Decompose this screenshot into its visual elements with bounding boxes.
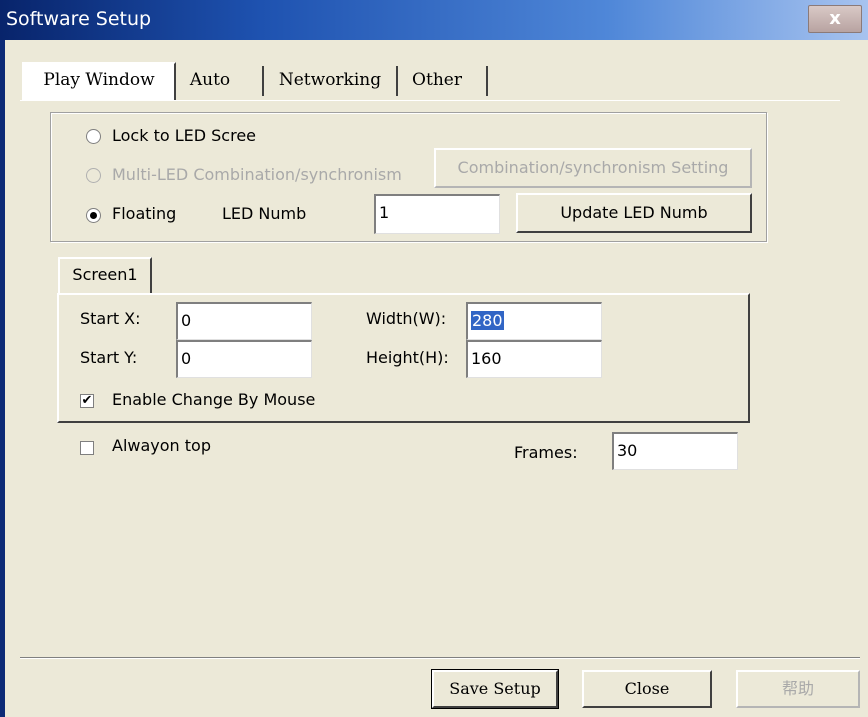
- floating-label: Floating: [112, 204, 177, 223]
- tab-separator: [396, 66, 398, 96]
- tab-networking[interactable]: Networking: [266, 64, 394, 98]
- tab-play-window[interactable]: Play Window: [22, 62, 176, 100]
- multi-led-radio[interactable]: [86, 168, 101, 183]
- window-title: Software Setup: [6, 8, 152, 30]
- start-y-input[interactable]: 0: [176, 340, 312, 378]
- title-bar[interactable]: Software Setup x: [0, 0, 868, 40]
- tab-separator: [486, 66, 488, 96]
- width-input[interactable]: 280: [466, 302, 602, 340]
- lock-radio[interactable]: [86, 129, 101, 144]
- lock-label: Lock to LED Scree: [112, 126, 257, 145]
- led-numb-input[interactable]: 1: [374, 194, 500, 234]
- start-x-input[interactable]: 0: [176, 302, 312, 340]
- tab-panel-border: [20, 100, 840, 101]
- radio-selected-dot: [90, 212, 97, 219]
- close-icon[interactable]: x: [808, 5, 862, 33]
- combination-setting-button[interactable]: Combination/synchronism Setting: [434, 148, 752, 188]
- help-button[interactable]: 帮助: [736, 670, 860, 708]
- always-on-top-label: Alwayon top: [112, 436, 211, 455]
- tab-screen1[interactable]: Screen1: [58, 257, 152, 293]
- window-frame-left: [0, 40, 5, 717]
- always-on-top-checkbox[interactable]: [80, 441, 94, 455]
- update-led-numb-button[interactable]: Update LED Numb: [516, 193, 752, 233]
- height-label: Height(H):: [366, 348, 449, 367]
- multi-led-label: Multi-LED Combination/synchronism: [112, 165, 402, 184]
- tab-other[interactable]: Other: [400, 64, 474, 98]
- software-setup-window: Software Setup x Play Window Auto Networ…: [0, 0, 868, 717]
- start-y-label: Start Y:: [80, 348, 138, 367]
- floating-radio[interactable]: [86, 208, 101, 223]
- footer-divider-highlight: [20, 658, 860, 659]
- enable-mouse-label: Enable Change By Mouse: [112, 390, 316, 409]
- enable-mouse-checkbox[interactable]: ✔: [80, 394, 94, 408]
- height-input[interactable]: 160: [466, 340, 602, 378]
- width-label: Width(W):: [366, 309, 447, 328]
- tab-auto[interactable]: Auto: [176, 64, 244, 98]
- width-value-selected: 280: [471, 311, 504, 330]
- led-numb-label: LED Numb: [222, 204, 307, 223]
- frames-input[interactable]: 30: [612, 432, 738, 470]
- close-button[interactable]: Close: [582, 670, 712, 708]
- tab-separator: [262, 66, 264, 96]
- frames-label: Frames:: [514, 443, 578, 462]
- start-x-label: Start X:: [80, 309, 141, 328]
- save-setup-button[interactable]: Save Setup: [431, 669, 559, 709]
